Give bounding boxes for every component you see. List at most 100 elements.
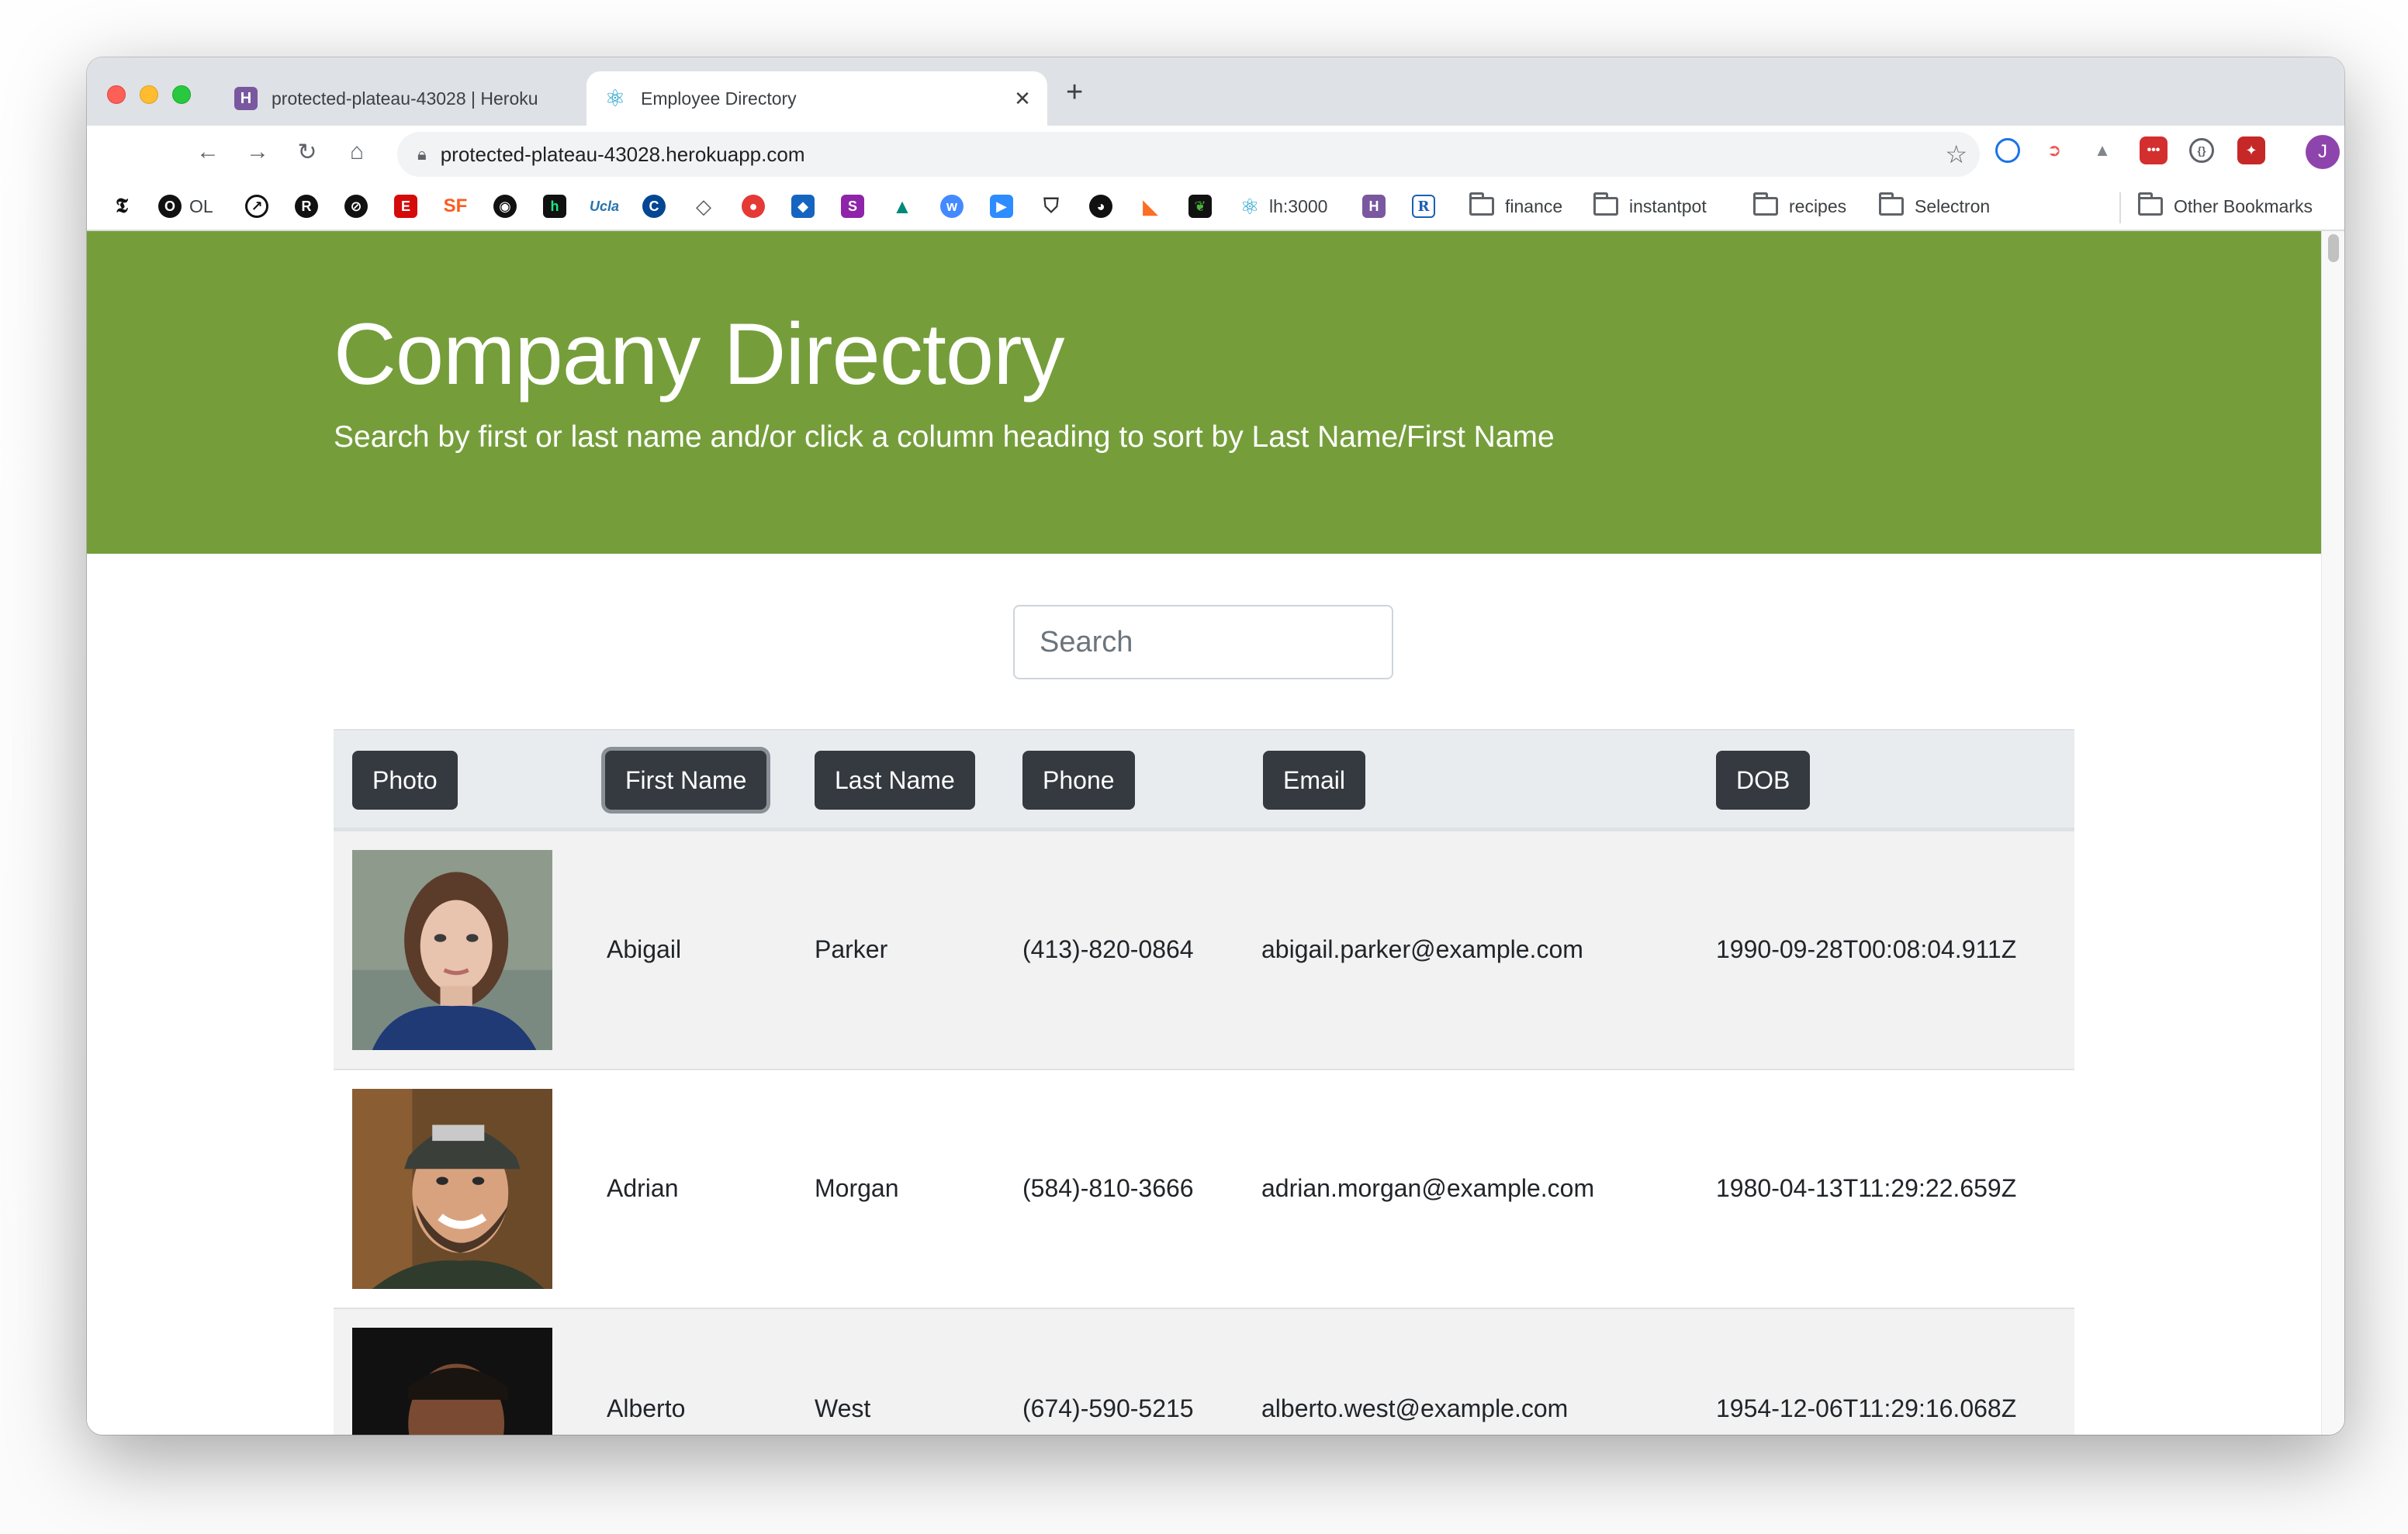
- bookmark-localhost[interactable]: ⚛ lh:3000: [1238, 194, 1327, 219]
- h-icon: h: [543, 195, 566, 218]
- sort-photo-button[interactable]: Photo: [352, 751, 458, 810]
- r-icon: R: [295, 195, 318, 218]
- bookmark-12[interactable]: ●: [742, 194, 773, 219]
- email-cell: adrian.morgan@example.com: [1261, 1174, 1595, 1202]
- sort-phone-button[interactable]: Phone: [1022, 751, 1135, 810]
- bookmark-espn[interactable]: E: [394, 194, 425, 219]
- slash-circle-icon: ⊘: [344, 195, 368, 218]
- eye-icon: ◉: [493, 195, 517, 218]
- scrollbar-thumb[interactable]: [2328, 234, 2339, 262]
- table-row: Alberto West (674)-590-5215 alberto.west…: [334, 1308, 2074, 1435]
- bookmark-4[interactable]: ⊘: [344, 194, 375, 219]
- close-window-button[interactable]: [107, 85, 126, 104]
- bookmark-16[interactable]: w: [940, 194, 971, 219]
- bookmark-heroku[interactable]: H: [1362, 194, 1393, 219]
- first-name-cell: Abigail: [607, 935, 682, 963]
- extension-puzzle-icon[interactable]: ✦: [2237, 136, 2265, 164]
- tab-employee-directory[interactable]: ⚛ Employee Directory ✕: [586, 71, 1047, 126]
- sort-first-name-button[interactable]: First Name: [605, 751, 767, 810]
- dob-cell: 1954-12-06T11:29:16.068Z: [1716, 1394, 2017, 1422]
- bookmark-label: Selectron: [1915, 195, 1991, 216]
- bookmark-11[interactable]: ◇: [692, 194, 723, 219]
- last-name-cell: Morgan: [815, 1174, 899, 1202]
- heroku-icon: H: [1362, 195, 1386, 218]
- bookmark-github[interactable]: ◕: [1089, 194, 1120, 219]
- chelsea-icon: C: [642, 195, 666, 218]
- bookmark-folder-selectron[interactable]: Selectron: [1879, 192, 1991, 219]
- last-name-cell: Parker: [815, 935, 888, 963]
- page-subtitle: Search by first or last name and/or clic…: [334, 420, 1555, 454]
- bookmark-mongodb[interactable]: ❦: [1188, 194, 1220, 219]
- ethereum-icon: ◇: [696, 194, 711, 218]
- extension-chat-icon[interactable]: [1995, 138, 2020, 163]
- bookmark-14[interactable]: S: [841, 194, 872, 219]
- bookmark-zoom[interactable]: ▶: [990, 194, 1021, 219]
- bookmark-folder-other[interactable]: Other Bookmarks: [2138, 192, 2313, 219]
- lock-icon: 🔒︎: [417, 144, 427, 164]
- search-input[interactable]: [1013, 605, 1393, 679]
- page-scrollbar[interactable]: [2321, 231, 2344, 1435]
- close-tab-icon[interactable]: ✕: [1007, 87, 1038, 111]
- bookmark-nyt[interactable]: 𝕿: [110, 194, 141, 219]
- sort-dob-button[interactable]: DOB: [1716, 751, 1811, 810]
- bookmark-15[interactable]: ▲: [891, 194, 922, 219]
- extension-arrow-icon[interactable]: ➲: [2040, 136, 2068, 164]
- apple-icon: ●: [742, 195, 765, 218]
- bookmark-r[interactable]: R: [1412, 194, 1443, 219]
- profile-avatar[interactable]: J: [2306, 135, 2340, 169]
- back-icon[interactable]: ←: [192, 136, 223, 168]
- forward-icon[interactable]: →: [242, 136, 273, 168]
- folder-icon: [1879, 192, 1904, 216]
- folder-icon: [1469, 192, 1494, 216]
- ol-icon: O: [158, 195, 182, 218]
- r-serif-icon: R: [1412, 195, 1435, 218]
- heroku-icon: H: [234, 87, 258, 110]
- bookmark-hulu[interactable]: h: [543, 194, 574, 219]
- url-text: protected-plateau-43028.herokuapp.com: [440, 142, 805, 166]
- bookmark-ucla[interactable]: Ucla: [590, 194, 624, 219]
- home-icon[interactable]: ⌂: [341, 136, 372, 168]
- sort-email-button[interactable]: Email: [1263, 751, 1366, 810]
- google-drive-icon[interactable]: ▲: [2088, 136, 2116, 164]
- first-name-cell: Alberto: [607, 1394, 686, 1422]
- bookmark-label: Other Bookmarks: [2174, 195, 2313, 216]
- hero-banner: Company Directory Search by first or las…: [87, 231, 2321, 554]
- bookmark-label: finance: [1505, 195, 1563, 216]
- nyt-icon: 𝕿: [116, 194, 128, 218]
- bookmarks-divider: [2119, 192, 2121, 223]
- extension-dots-icon[interactable]: •••: [2140, 136, 2168, 164]
- bookmark-folder-instantpot[interactable]: instantpot: [1593, 192, 1707, 219]
- bookmark-sf[interactable]: SF: [444, 194, 475, 219]
- page-viewport: Company Directory Search by first or las…: [87, 231, 2321, 1435]
- dob-cell: 1990-09-28T00:08:04.911Z: [1716, 935, 2017, 963]
- bookmark-chelsea[interactable]: C: [642, 194, 673, 219]
- maximize-window-button[interactable]: [172, 85, 191, 104]
- extension-code-icon[interactable]: {}: [2189, 138, 2214, 163]
- last-name-cell: West: [815, 1394, 871, 1422]
- triangle-icon: ▲: [892, 194, 912, 218]
- folder-icon: [2138, 192, 2163, 216]
- bookmark-gitlab[interactable]: ◣: [1139, 194, 1170, 219]
- bookmark-7[interactable]: ◉: [493, 194, 524, 219]
- reload-icon[interactable]: ↻: [292, 136, 323, 168]
- gitlab-icon: ◣: [1143, 194, 1158, 218]
- bookmark-label: instantpot: [1629, 195, 1707, 216]
- address-bar[interactable]: 🔒︎ protected-plateau-43028.herokuapp.com…: [397, 132, 1980, 177]
- folder-icon: [1753, 192, 1778, 216]
- first-name-cell: Adrian: [607, 1174, 679, 1202]
- bookmark-2[interactable]: ↗: [245, 194, 276, 219]
- sort-last-name-button[interactable]: Last Name: [815, 751, 975, 810]
- minimize-window-button[interactable]: [140, 85, 158, 104]
- table-row: Adrian Morgan (584)-810-3666 adrian.morg…: [334, 1069, 2074, 1308]
- bookmark-folder-recipes[interactable]: recipes: [1753, 192, 1846, 219]
- employee-photo: [352, 850, 552, 1050]
- employee-photo: [352, 1089, 552, 1289]
- bookmark-18[interactable]: ⛉: [1040, 194, 1071, 219]
- bookmark-folder-finance[interactable]: finance: [1469, 192, 1563, 219]
- bookmark-3[interactable]: R: [295, 194, 326, 219]
- bookmark-star-icon[interactable]: ☆: [1945, 140, 1967, 169]
- bookmark-13[interactable]: ◆: [791, 194, 822, 219]
- espn-icon: E: [394, 195, 417, 218]
- bookmark-ol[interactable]: O OL: [158, 194, 213, 219]
- new-tab-button[interactable]: +: [1066, 78, 1083, 107]
